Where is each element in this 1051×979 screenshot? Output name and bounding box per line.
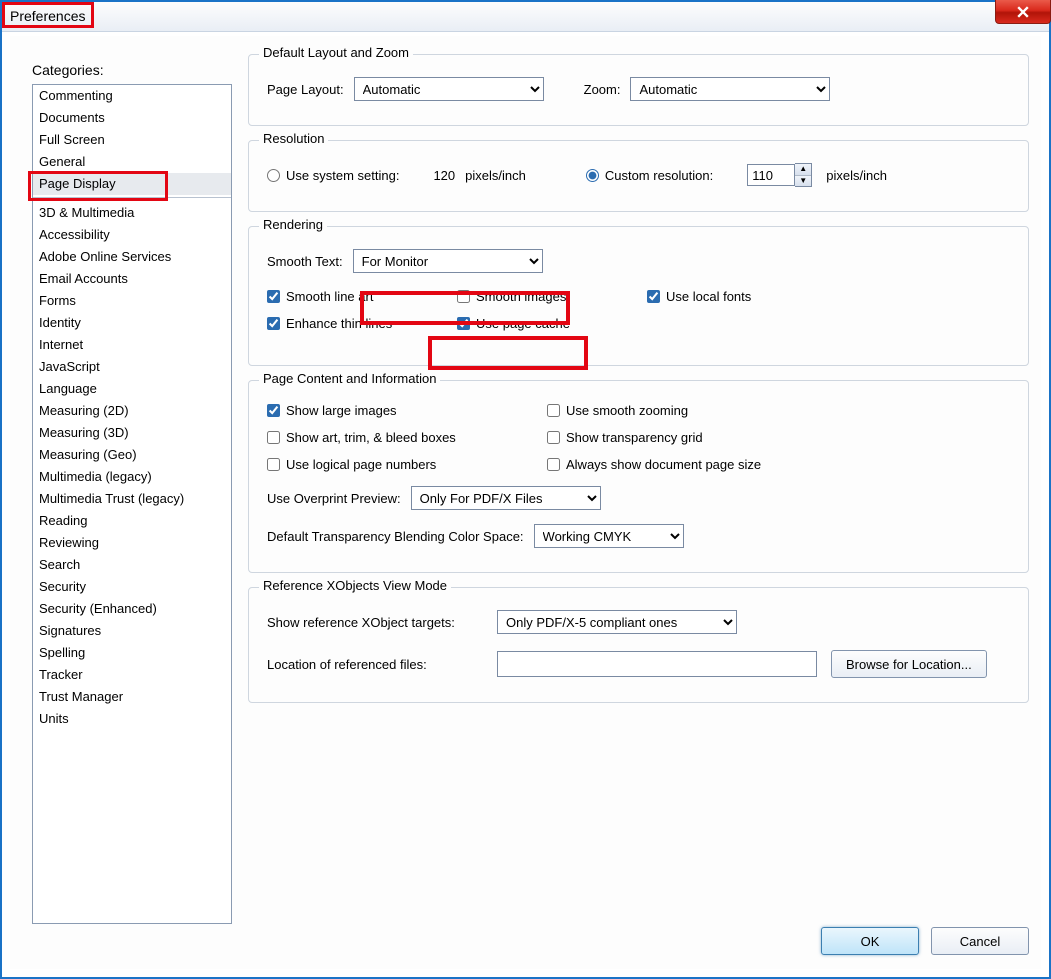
spinner-down-icon[interactable]: ▼ [795, 175, 811, 186]
show-ref-label: Show reference XObject targets: [267, 615, 487, 630]
category-item[interactable]: Language [33, 378, 231, 400]
page-layout-select[interactable]: Automatic [354, 77, 544, 101]
show-large-images-checkbox[interactable]: Show large images [267, 403, 517, 418]
category-divider [33, 197, 231, 198]
blend-select[interactable]: Working CMYK [534, 524, 684, 548]
settings-panel: Default Layout and Zoom Page Layout: Aut… [248, 54, 1029, 717]
category-item[interactable]: Trust Manager [33, 686, 231, 708]
dialog-content: Categories: CommentingDocumentsFull Scre… [10, 36, 1041, 969]
enhance-thin-lines-checkbox[interactable]: Enhance thin lines [267, 316, 427, 331]
category-item[interactable]: Security [33, 576, 231, 598]
category-item[interactable]: Internet [33, 334, 231, 356]
smooth-line-art-checkbox[interactable]: Smooth line art [267, 289, 427, 304]
system-value: 120 [433, 168, 455, 183]
category-item[interactable]: Security (Enhanced) [33, 598, 231, 620]
titlebar: Preferences [2, 2, 1049, 32]
category-item[interactable]: Full Screen [33, 129, 231, 151]
smooth-images-checkbox[interactable]: Smooth images [457, 289, 617, 304]
category-item[interactable]: Spelling [33, 642, 231, 664]
close-button[interactable] [995, 0, 1051, 24]
zoom-label: Zoom: [584, 82, 621, 97]
group-xobjects: Reference XObjects View Mode Show refere… [248, 587, 1029, 703]
location-label: Location of referenced files: [267, 657, 487, 672]
custom-unit: pixels/inch [826, 168, 887, 183]
zoom-select[interactable]: Automatic [630, 77, 830, 101]
category-item[interactable]: Accessibility [33, 224, 231, 246]
close-icon [1017, 6, 1029, 18]
window-title: Preferences [10, 8, 85, 24]
category-item[interactable]: Documents [33, 107, 231, 129]
category-item[interactable]: Commenting [33, 85, 231, 107]
category-item[interactable]: Page Display [33, 173, 231, 195]
category-item[interactable]: Signatures [33, 620, 231, 642]
show-transparency-grid-checkbox[interactable]: Show transparency grid [547, 430, 703, 445]
system-unit: pixels/inch [465, 168, 526, 183]
group-rendering: Rendering Smooth Text: For Monitor Smoot… [248, 226, 1029, 366]
category-item[interactable]: Forms [33, 290, 231, 312]
always-show-doc-page-size-checkbox[interactable]: Always show document page size [547, 457, 761, 472]
use-smooth-zooming-checkbox[interactable]: Use smooth zooming [547, 403, 688, 418]
category-item[interactable]: Units [33, 708, 231, 730]
custom-resolution-radio[interactable]: Custom resolution: [586, 168, 713, 183]
category-item[interactable]: Reviewing [33, 532, 231, 554]
category-item[interactable]: General [33, 151, 231, 173]
category-item[interactable]: Multimedia Trust (legacy) [33, 488, 231, 510]
browse-location-button[interactable]: Browse for Location... [831, 650, 987, 678]
category-item[interactable]: Measuring (Geo) [33, 444, 231, 466]
category-item[interactable]: JavaScript [33, 356, 231, 378]
group-layout-zoom: Default Layout and Zoom Page Layout: Aut… [248, 54, 1029, 126]
custom-resolution-label: Custom resolution: [605, 168, 713, 183]
custom-resolution-radio-input[interactable] [586, 169, 599, 182]
group-page-content: Page Content and Information Show large … [248, 380, 1029, 573]
category-item[interactable]: Measuring (3D) [33, 422, 231, 444]
overprint-select[interactable]: Only For PDF/X Files [411, 486, 601, 510]
cancel-button[interactable]: Cancel [931, 927, 1029, 955]
overprint-label: Use Overprint Preview: [267, 491, 401, 506]
group-title: Rendering [259, 217, 327, 232]
group-title: Page Content and Information [259, 371, 440, 386]
smooth-text-select[interactable]: For Monitor [353, 249, 543, 273]
spinner-up-icon[interactable]: ▲ [795, 164, 811, 175]
category-item[interactable]: Reading [33, 510, 231, 532]
use-logical-page-numbers-checkbox[interactable]: Use logical page numbers [267, 457, 517, 472]
category-item[interactable]: 3D & Multimedia [33, 202, 231, 224]
resolution-spinner[interactable]: ▲ ▼ [795, 163, 812, 187]
use-local-fonts-checkbox[interactable]: Use local fonts [647, 289, 751, 304]
group-title: Default Layout and Zoom [259, 45, 413, 60]
category-item[interactable]: Adobe Online Services [33, 246, 231, 268]
use-system-label: Use system setting: [286, 168, 399, 183]
group-title: Reference XObjects View Mode [259, 578, 451, 593]
use-system-radio-input[interactable] [267, 169, 280, 182]
use-page-cache-checkbox[interactable]: Use page cache [457, 316, 570, 331]
category-item[interactable]: Multimedia (legacy) [33, 466, 231, 488]
location-input[interactable] [497, 651, 817, 677]
group-title: Resolution [259, 131, 328, 146]
group-resolution: Resolution Use system setting: 120 pixel… [248, 140, 1029, 212]
custom-resolution-input[interactable] [747, 164, 795, 186]
show-ref-select[interactable]: Only PDF/X-5 compliant ones [497, 610, 737, 634]
category-item[interactable]: Tracker [33, 664, 231, 686]
category-list[interactable]: CommentingDocumentsFull ScreenGeneralPag… [32, 84, 232, 924]
dialog-footer: OK Cancel [821, 927, 1029, 955]
page-layout-label: Page Layout: [267, 82, 344, 97]
category-item[interactable]: Search [33, 554, 231, 576]
show-art-trim-bleed-checkbox[interactable]: Show art, trim, & bleed boxes [267, 430, 517, 445]
categories-label: Categories: [32, 62, 104, 78]
ok-button[interactable]: OK [821, 927, 919, 955]
smooth-text-label: Smooth Text: [267, 254, 343, 269]
blend-label: Default Transparency Blending Color Spac… [267, 529, 524, 544]
use-system-radio[interactable]: Use system setting: [267, 168, 399, 183]
category-item[interactable]: Measuring (2D) [33, 400, 231, 422]
category-item[interactable]: Email Accounts [33, 268, 231, 290]
category-item[interactable]: Identity [33, 312, 231, 334]
